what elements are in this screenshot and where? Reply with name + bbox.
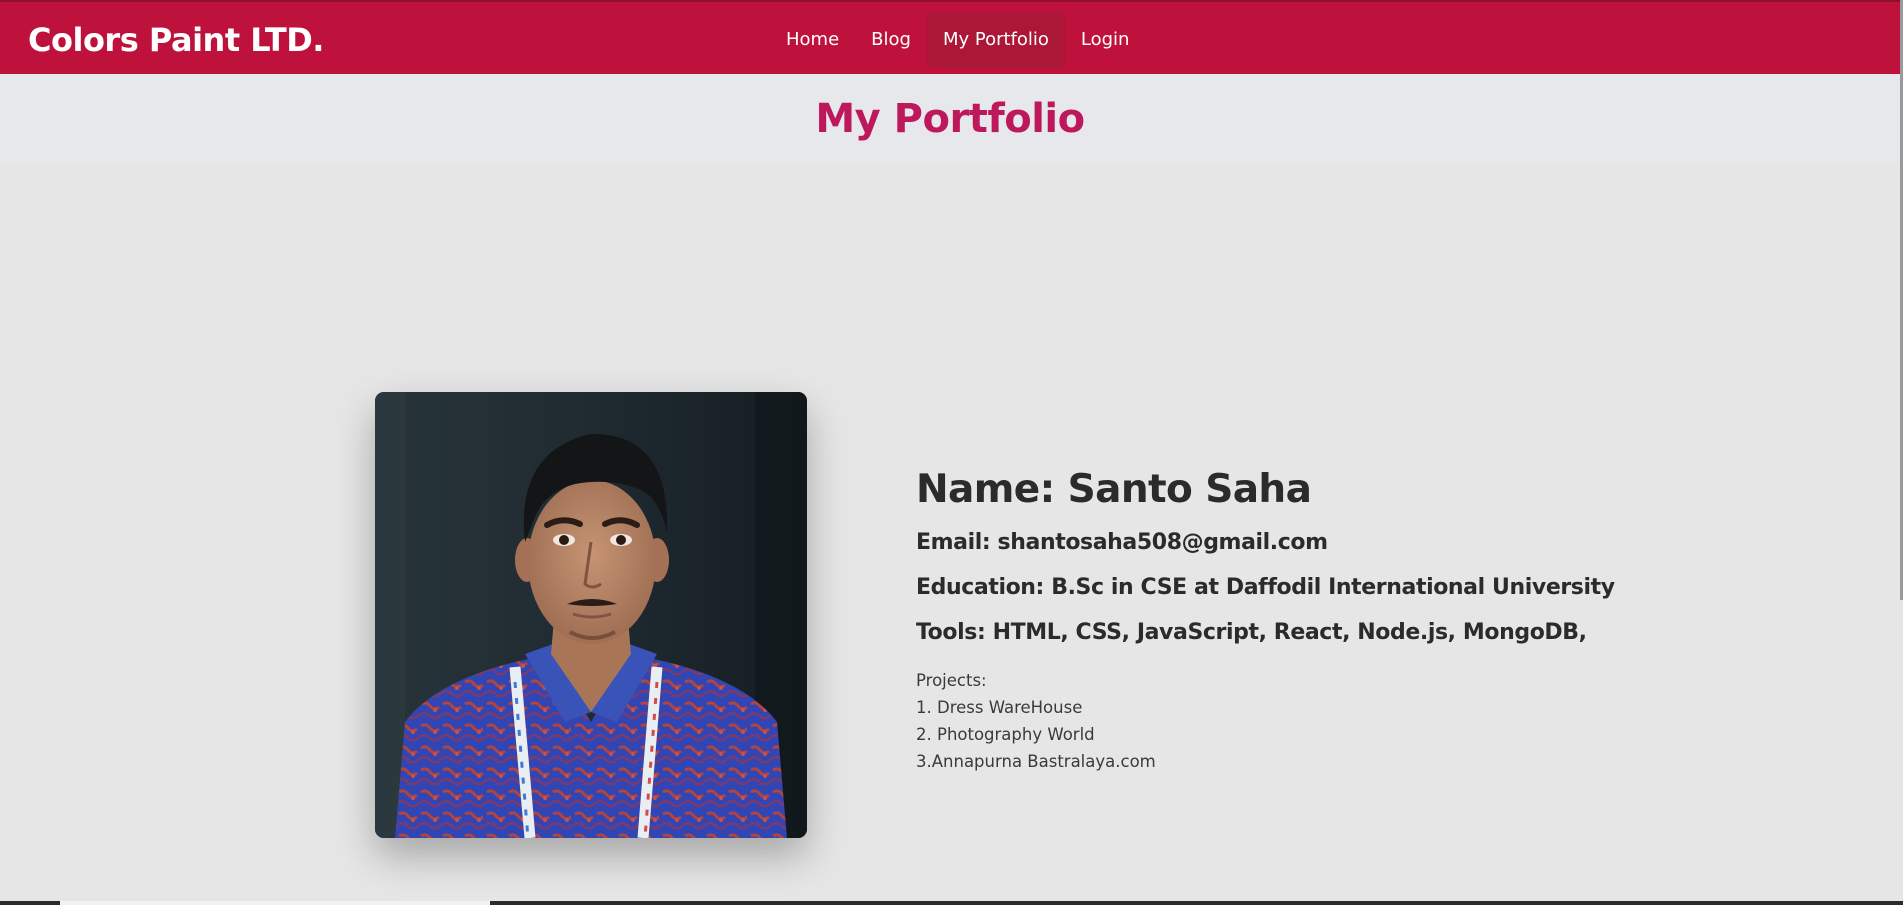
- nav-link-my-portfolio[interactable]: My Portfolio: [926, 12, 1065, 68]
- brand-logo[interactable]: Colors Paint LTD.: [28, 20, 324, 60]
- project-item: 1. Dress WareHouse: [916, 698, 1083, 717]
- next-section-edge: [0, 901, 1903, 905]
- projects-heading: Projects:: [916, 671, 987, 690]
- project-item: 2. Photography World: [916, 725, 1095, 744]
- profile-name: Name: Santo Saha: [916, 467, 1312, 512]
- profile-education: Education: B.Sc in CSE at Daffodil Inter…: [916, 575, 1615, 600]
- profile-photo: [375, 392, 807, 838]
- portrait-image: [375, 392, 807, 838]
- page-header: My Portfolio: [0, 74, 1900, 164]
- nav-link-home[interactable]: Home: [770, 12, 855, 68]
- nav-link-blog[interactable]: Blog: [855, 12, 927, 68]
- profile-info: Name: Santo Saha Email: shantosaha508@gm…: [916, 462, 1816, 775]
- top-navbar: Colors Paint LTD. Home Blog My Portfolio…: [0, 0, 1903, 74]
- nav-links: Home Blog My Portfolio Login: [770, 12, 1145, 68]
- nav-link-login[interactable]: Login: [1065, 12, 1146, 68]
- profile-email: Email: shantosaha508@gmail.com: [916, 530, 1328, 555]
- profile-tools: Tools: HTML, CSS, JavaScript, React, Nod…: [916, 620, 1587, 645]
- projects-list: Projects: 1. Dress WareHouse 2. Photogra…: [916, 667, 1816, 775]
- project-item: 3.Annapurna Bastralaya.com: [916, 752, 1156, 771]
- page-title: My Portfolio: [815, 96, 1085, 142]
